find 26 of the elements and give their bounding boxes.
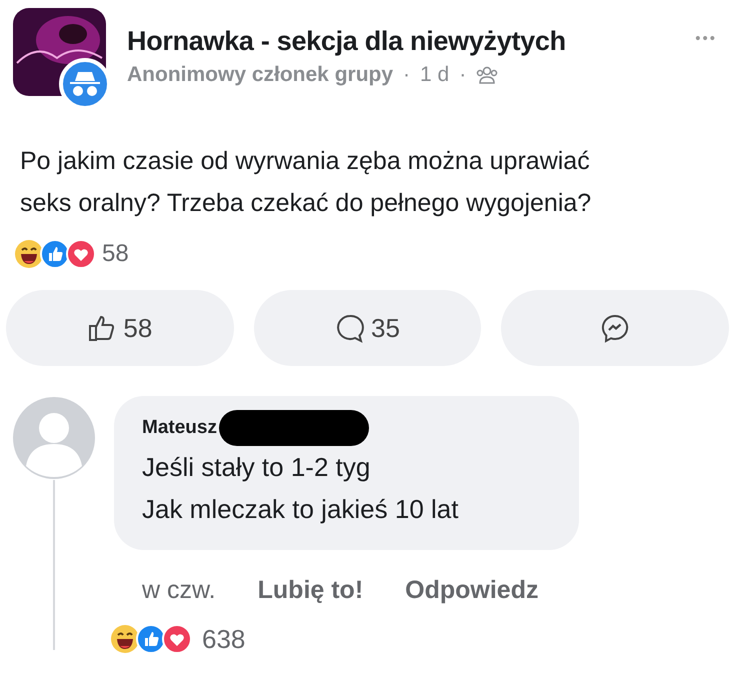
messenger-icon xyxy=(600,313,630,343)
comment-text: Jeśli stały to 1-2 tyg xyxy=(142,451,372,484)
reply-link[interactable]: Odpowiedz xyxy=(405,572,538,610)
laughing-emoji-icon xyxy=(14,239,44,269)
comment-text: Jak mleczak to jakieś 10 lat xyxy=(142,493,460,526)
group-members-icon xyxy=(476,66,498,84)
separator-dot: · xyxy=(459,62,466,88)
author-name[interactable]: Anonimowy członek grupy xyxy=(127,60,394,90)
like-link[interactable]: Lubię to! xyxy=(258,572,364,610)
like-button[interactable]: 58 xyxy=(6,290,234,366)
group-name[interactable]: Hornawka - sekcja dla niewyżytych xyxy=(127,24,566,58)
heart-badge-icon xyxy=(66,239,96,269)
reaction-count[interactable]: 638 xyxy=(202,620,246,658)
reaction-count[interactable]: 58 xyxy=(102,236,129,272)
comment-button[interactable]: 35 xyxy=(254,290,482,366)
post-text: Po jakim czasie od wyrwania zęba można uprawiać seks oralny? Trzeba czekać do pełnego wygojenia? xyxy=(19,146,592,219)
post-time[interactable]: 1 d xyxy=(420,60,450,90)
comment-time[interactable]: w czw. xyxy=(142,572,216,610)
laughing-emoji-icon xyxy=(110,624,140,654)
more-options-button[interactable]: ••• xyxy=(695,28,717,50)
separator-dot: · xyxy=(403,62,410,88)
commenter-name[interactable]: Mateusz xyxy=(142,414,217,442)
thumbs-up-badge-icon xyxy=(136,624,166,654)
heart-badge-icon xyxy=(162,624,192,654)
thumbs-up-badge-icon xyxy=(40,239,70,269)
speech-bubble-icon xyxy=(335,313,366,343)
